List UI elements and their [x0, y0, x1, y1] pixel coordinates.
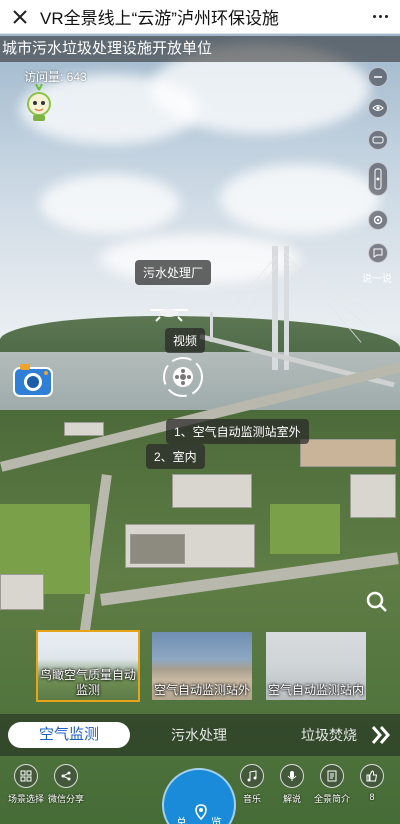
thumbnail-caption: 空气自动监测站外 [153, 683, 250, 697]
microphone-icon [280, 764, 304, 788]
map-pin-icon [191, 803, 211, 823]
tab-air-monitoring[interactable]: 空气监测 [8, 722, 130, 748]
more-menu-icon[interactable] [360, 0, 400, 34]
search-icon[interactable] [364, 589, 390, 615]
like-button[interactable]: 8 [346, 764, 398, 802]
document-icon [320, 764, 344, 788]
vr-glasses-icon[interactable] [368, 130, 388, 150]
grid-icon [14, 764, 38, 788]
page-title: VR全景线上“云游”泸州环保设施 [40, 9, 279, 28]
thumbnail-station-outside[interactable]: 空气自动监测站外 [150, 630, 254, 702]
overview-label-left: 总 [176, 817, 187, 824]
hotspot-sewage-plant[interactable]: 污水处理厂 [135, 260, 212, 285]
like-count: 8 [369, 792, 375, 802]
thumbnail-station-inside[interactable]: 空气自动监测站内 [264, 630, 368, 702]
settings-icon[interactable] [368, 210, 388, 230]
top-bar: VR全景线上“云游”泸州环保设施 [0, 0, 400, 34]
eye-icon[interactable] [368, 98, 388, 118]
scene-thumbnails: 鸟瞰空气质量自动监测 空气自动监测站外 空气自动监测站内 [0, 628, 400, 706]
close-icon[interactable] [0, 0, 40, 34]
comment-icon[interactable] [368, 243, 388, 263]
double-chevron-right-icon[interactable] [370, 723, 392, 747]
say-label[interactable]: 说一说 [362, 270, 392, 285]
collapse-icon[interactable] [368, 67, 388, 87]
hotspot-video[interactable]: 视频 [165, 328, 206, 353]
video-play-icon[interactable] [162, 356, 204, 398]
site-banner: 城市污水垃圾处理设施开放单位 [0, 36, 400, 62]
mascot-icon[interactable] [24, 82, 54, 122]
gyroscope-icon[interactable] [368, 162, 388, 196]
thumbnail-caption: 鸟瞰空气质量自动监测 [39, 668, 136, 697]
tab-waste-incineration[interactable]: 垃圾焚烧 [282, 722, 376, 748]
wechat-share-button[interactable]: 微信分享 [40, 764, 92, 805]
thumbnail-caption: 空气自动监测站内 [267, 683, 364, 697]
share-icon [54, 764, 78, 788]
drone-icon[interactable] [146, 300, 192, 322]
overview-label-right: 览 [211, 817, 222, 824]
music-icon [240, 764, 264, 788]
camera-icon[interactable] [12, 360, 54, 400]
thumbnail-aerial[interactable]: 鸟瞰空气质量自动监测 [36, 630, 140, 702]
hotspot-station-outdoor[interactable]: 1、空气自动监测站室外 [166, 419, 309, 444]
tab-sewage-treatment[interactable]: 污水处理 [150, 722, 248, 748]
wechat-share-label: 微信分享 [47, 794, 84, 804]
category-tabs: 空气监测 污水处理 垃圾焚烧 [0, 714, 400, 756]
thumbs-up-icon [360, 764, 384, 788]
hotspot-station-indoor[interactable]: 2、室内 [146, 444, 205, 469]
